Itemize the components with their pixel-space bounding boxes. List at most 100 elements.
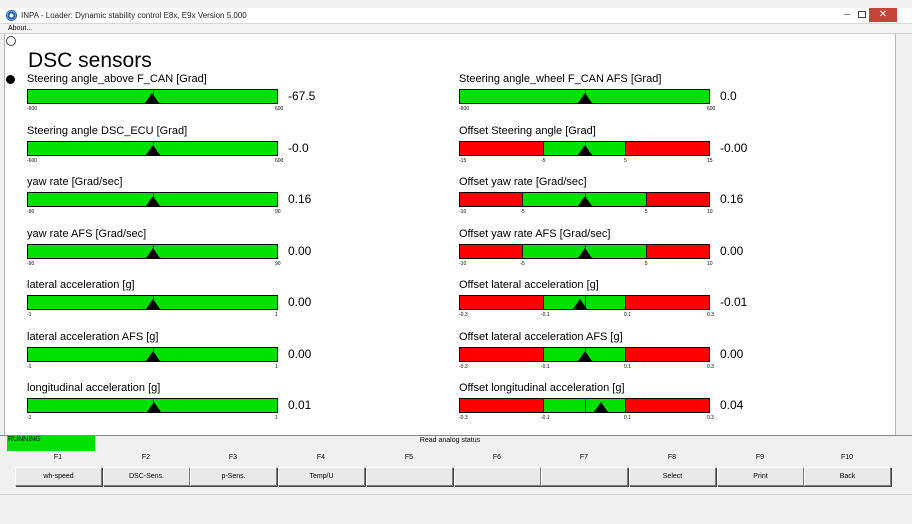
gauge-tick-label: 10 (707, 261, 713, 267)
maximize-button[interactable] (855, 8, 868, 22)
gauge-tick-label: -1 (27, 415, 32, 421)
gauge-tick-label: -600 (27, 106, 38, 112)
gauge-value: 0.00 (288, 347, 312, 361)
gauge-label: Offset longitudinal acceleration [g] (459, 382, 625, 394)
gauge-label: yaw rate [Grad/sec] (27, 176, 123, 188)
fkey-label-f2: F2 (141, 454, 151, 461)
gauge-value: 0.16 (720, 192, 744, 206)
gauge-label: Offset yaw rate [Grad/sec] (459, 176, 587, 188)
gauge-tick-label: -0.1 (541, 415, 550, 421)
fkey-button-f4[interactable]: Temp/U (278, 467, 365, 486)
gauge-tick-label: -1 (27, 364, 32, 370)
gauge-tick-label: 1 (275, 415, 278, 421)
gauge-label: Steering angle_wheel F_CAN AFS [Grad] (459, 73, 662, 85)
gauge-bar-lateral-acceleration-afs (27, 347, 278, 362)
gauge-pointer-icon (573, 299, 588, 309)
gauge-bar-lateral-acceleration (27, 295, 278, 310)
menu-bar: About... (0, 24, 912, 34)
gauge-bar-offset-longitudinal-acceleration (459, 398, 710, 413)
gauge-bar-steering-angle-above-fcan (27, 89, 278, 104)
gauge-bar-offset-lateral-acceleration-afs (459, 347, 710, 362)
fkey-button-f6[interactable] (454, 467, 541, 486)
gauge-tick-label: 10 (707, 209, 713, 215)
gauge-tick-label: 0.3 (707, 364, 714, 370)
gauge-value: 0.00 (288, 295, 312, 309)
gauge-bar-steering-angle-dsc-ecu (27, 141, 278, 156)
fkey-button-f10[interactable]: Back (804, 467, 891, 486)
inpa-window: INPA - Loader: Dynamic stability control… (0, 0, 912, 524)
gauge-bar-yaw-rate-afs (27, 244, 278, 259)
gauge-tick-label: -10 (459, 209, 467, 215)
gauge-bar-longitudinal-acceleration (27, 398, 278, 413)
window-title: INPA - Loader: Dynamic stability control… (21, 11, 247, 20)
gauge-label: lateral acceleration [g] (27, 279, 135, 291)
gauge-pointer-icon (145, 145, 160, 155)
fkey-button-f7[interactable] (541, 467, 628, 486)
fkey-label-f8: F8 (667, 454, 677, 461)
fkey-button-f1[interactable]: wh-speed (15, 467, 102, 486)
gauge-pointer-icon (144, 93, 159, 103)
gauge-label: lateral acceleration AFS [g] (27, 331, 159, 343)
gauge-tick-label: -0.3 (459, 415, 468, 421)
fkey-button-f2[interactable]: DSC-Sens. (103, 467, 190, 486)
close-button[interactable]: ✕ (869, 8, 897, 22)
gauge-label: Offset lateral acceleration AFS [g] (459, 331, 623, 343)
gauge-tick-label: -600 (27, 158, 38, 164)
gauge-tick-label: 90 (275, 261, 281, 267)
gauge-tick-label: 5 (644, 209, 648, 215)
fkey-label-f10: F10 (840, 454, 854, 461)
gauge-pointer-icon (577, 196, 592, 206)
gauge-bar-offset-steering-angle (459, 141, 710, 156)
gauge-label: Steering angle DSC_ECU [Grad] (27, 125, 188, 137)
gauge-tick-label: -600 (459, 106, 470, 112)
gauge-value: -0.00 (720, 141, 748, 155)
gauge-bar-yaw-rate (27, 192, 278, 207)
gauge-pointer-icon (577, 248, 592, 258)
fkey-label-f4: F4 (316, 454, 326, 461)
gauge-tick-label: 0.1 (624, 364, 631, 370)
gauge-pointer-icon (146, 402, 161, 412)
gauge-bar-offset-yaw-rate-afs (459, 244, 710, 259)
gauge-tick-label: -15 (459, 158, 467, 164)
gauge-tick-label: -90 (27, 209, 35, 215)
gauge-tick-label: 5 (644, 261, 648, 267)
gauge-pointer-icon (594, 402, 609, 412)
gauge-tick-label: 0.1 (624, 415, 631, 421)
fkey-button-f8[interactable]: Select (629, 467, 716, 486)
gauge-pointer-icon (145, 299, 160, 309)
gauge-tick-label: 90 (275, 209, 281, 215)
gauge-tick-label: 600 (707, 106, 716, 112)
gauge-label: longitudinal acceleration [g] (27, 382, 161, 394)
radio-button-empty[interactable] (6, 36, 16, 46)
gauge-label: Offset yaw rate AFS [Grad/sec] (459, 228, 611, 240)
gauge-value: 0.00 (720, 347, 744, 361)
gauge-value: -0.0 (288, 141, 309, 155)
menu-about[interactable]: About... (8, 24, 32, 34)
gauge-pointer-icon (145, 351, 160, 361)
fkey-label-f3: F3 (228, 454, 238, 461)
gauge-value: -67.5 (288, 89, 316, 103)
page-title: DSC sensors (28, 49, 152, 72)
fkey-label-f1: F1 (53, 454, 63, 461)
fkey-label-f6: F6 (492, 454, 502, 461)
gauge-label: Offset lateral acceleration [g] (459, 279, 599, 291)
gauge-pointer-icon (577, 93, 592, 103)
gauge-value: 0.00 (720, 244, 744, 258)
gauge-tick-label: 600 (275, 106, 284, 112)
gauge-bar-offset-yaw-rate (459, 192, 710, 207)
fkey-button-f9[interactable]: Print (717, 467, 804, 486)
gauge-value: 0.16 (288, 192, 312, 206)
gauge-label: yaw rate AFS [Grad/sec] (27, 228, 147, 240)
gauge-tick-label: -0.1 (541, 364, 550, 370)
gauge-label: Offset Steering angle [Grad] (459, 125, 596, 137)
selection-marker-icon (6, 75, 15, 84)
fkey-button-f3[interactable]: p-Sens. (190, 467, 277, 486)
gauge-tick-label: -0.3 (459, 312, 468, 318)
gauge-tick-label: -1 (27, 312, 32, 318)
minimize-button[interactable]: – (840, 8, 854, 22)
gauge-tick-label: 0.3 (707, 415, 714, 421)
status-message: Read analog status (419, 437, 481, 444)
gauge-tick-label: -0.1 (541, 312, 550, 318)
fkey-button-f5[interactable] (366, 467, 453, 486)
fkey-label-f7: F7 (579, 454, 589, 461)
